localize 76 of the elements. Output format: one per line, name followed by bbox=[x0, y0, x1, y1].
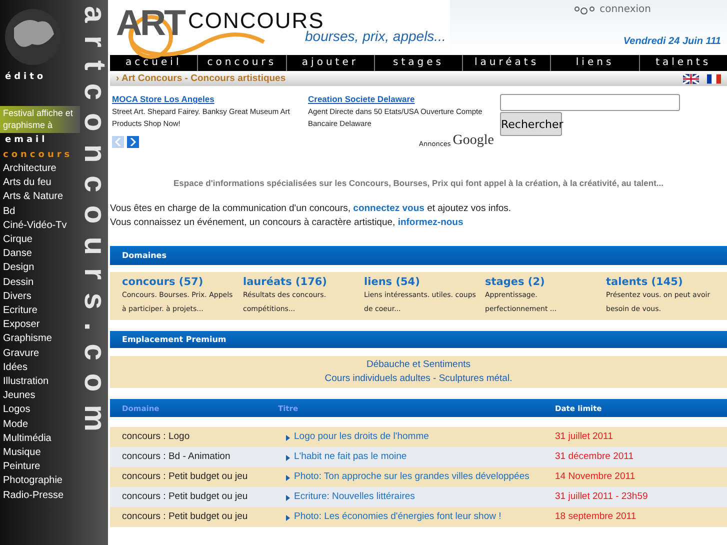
sidebar-item[interactable]: Cirque bbox=[0, 233, 80, 248]
premium-link[interactable]: Cours individuels adultes - Sculptures métal. bbox=[110, 372, 727, 386]
table-cell-text: concours : Logo bbox=[122, 430, 191, 444]
domain-link[interactable]: stages (2) bbox=[485, 276, 598, 288]
ad-link[interactable]: MOCA Store Los Angeles bbox=[112, 94, 214, 104]
sidebar-item[interactable]: Illustration bbox=[0, 375, 80, 390]
title-link[interactable]: Photo: Les économies d'énergies font leur show ! bbox=[294, 510, 502, 524]
google-logo[interactable]: Google bbox=[452, 134, 494, 148]
sidebar-item[interactable]: Divers bbox=[0, 290, 80, 304]
sidebar-item[interactable]: Arts du feu bbox=[0, 176, 80, 190]
chevron-icon bbox=[286, 495, 290, 501]
date-text: Vendredi 24 Juin 111 bbox=[623, 36, 721, 47]
chevron-icon bbox=[286, 515, 290, 521]
edito-link[interactable]: édito bbox=[0, 66, 80, 82]
ad-link[interactable]: Creation Societe Delaware bbox=[308, 94, 415, 104]
domain-link[interactable]: liens (54) bbox=[364, 276, 477, 288]
domain-link[interactable]: lauréats (176) bbox=[243, 276, 356, 288]
table-cell-text: concours : Bd - Animation bbox=[122, 450, 232, 464]
sidebar-item[interactable]: Musique bbox=[0, 446, 80, 460]
table-cell-text: concours : Petit budget ou jeu bbox=[122, 470, 249, 484]
uk-flag-icon[interactable] bbox=[683, 74, 699, 84]
deadline-text: 18 septembre 2011 bbox=[555, 510, 638, 524]
premium-link[interactable]: Débauche et Sentiments bbox=[110, 358, 727, 372]
search-field[interactable] bbox=[500, 94, 680, 111]
sidebar-item[interactable]: Jeunes bbox=[0, 389, 80, 404]
sidebar-item[interactable]: Logos bbox=[0, 403, 80, 418]
deadline-text: 14 Novembre 2011 bbox=[555, 470, 636, 484]
intro-text: Vous connaissez un événement, un concours à caractère artistique, informez-nous bbox=[110, 216, 464, 230]
table-cell-text: concours : Petit budget ou jeu bbox=[122, 510, 249, 524]
sidebar-item[interactable]: Radio-Presse bbox=[0, 488, 80, 503]
email-link[interactable]: email bbox=[0, 133, 80, 145]
intro-link[interactable]: connectez vous bbox=[353, 203, 424, 214]
title-link[interactable]: L'habit ne fait pas le moine bbox=[294, 450, 407, 464]
search-button[interactable]: Rechercher bbox=[500, 112, 562, 136]
next-button[interactable] bbox=[127, 136, 139, 148]
sidebar-item[interactable]: Idées bbox=[0, 360, 80, 376]
domain-link[interactable]: concours (57) bbox=[122, 276, 235, 288]
chevron-icon bbox=[286, 475, 290, 481]
title-link[interactable]: Photo: Ton approche sur les grandes villes développées bbox=[294, 470, 530, 484]
sidebar-item[interactable]: Exposer bbox=[0, 318, 80, 332]
sidebar-item[interactable]: Arts & Nature bbox=[0, 190, 80, 205]
section-header: Domaines bbox=[110, 246, 727, 265]
nav-link[interactable]: accueil bbox=[110, 55, 198, 71]
sidebar-item[interactable]: Peinture bbox=[0, 460, 80, 474]
intro-text: Vous êtes en charge de la communication d'un concours, connectez vous et ajoutez vos infos. bbox=[110, 202, 512, 216]
fr-flag-icon[interactable] bbox=[707, 74, 721, 84]
deadline-text: 31 juillet 2011 - 23h59 bbox=[555, 490, 649, 504]
sidebar-item[interactable]: Danse bbox=[0, 247, 80, 262]
sidebar-item[interactable]: Multimédia bbox=[0, 432, 80, 446]
section-header: Emplacement Premium bbox=[110, 331, 727, 348]
circles-icon bbox=[574, 4, 596, 14]
chevron-icon bbox=[286, 455, 290, 461]
deadline-text: 31 juillet 2011 bbox=[555, 430, 614, 444]
sidebar-item[interactable]: Ciné-Vidéo-Tv bbox=[0, 218, 80, 234]
chevron-icon bbox=[286, 435, 290, 441]
sidebar-heading: concours bbox=[2, 149, 74, 162]
sidebar-item[interactable]: Design bbox=[0, 261, 80, 276]
sidebar-item[interactable]: Mode bbox=[0, 418, 80, 432]
sidebar-item[interactable]: Gravure bbox=[0, 346, 80, 361]
slogan: bourses, prix, appels... bbox=[305, 28, 446, 44]
login-link[interactable]: connexion bbox=[574, 4, 651, 15]
sidebar-item[interactable]: Bd bbox=[0, 204, 80, 219]
domain-link[interactable]: talents (145) bbox=[606, 276, 719, 288]
sidebar-item[interactable]: Graphisme bbox=[0, 332, 80, 347]
sidebar-logo: artconcours.com bbox=[80, 6, 108, 446]
sidebar-item[interactable]: Dessin bbox=[0, 276, 80, 290]
sidebar-item[interactable]: Photographie bbox=[0, 474, 80, 489]
breadcrumb: › Art Concours - Concours artistiques bbox=[116, 73, 286, 84]
title-link[interactable]: Ecriture: Nouvelles littéraires bbox=[294, 490, 415, 504]
sidebar-item[interactable]: Architecture bbox=[0, 162, 80, 176]
title-link[interactable]: Logo pour les droits de l'homme bbox=[294, 430, 429, 444]
tagline: Espace d'informations spécialisées sur les Concours, Bourses, Prix qui font appel à la création, à la créativité, au talent... bbox=[172, 178, 664, 188]
deadline-text: 31 décembre 2011 bbox=[555, 450, 635, 464]
intro-link[interactable]: informez-nous bbox=[398, 217, 464, 228]
table-cell-text: concours : Petit budget ou jeu bbox=[122, 490, 249, 504]
sidebar-item[interactable]: Ecriture bbox=[0, 304, 80, 318]
